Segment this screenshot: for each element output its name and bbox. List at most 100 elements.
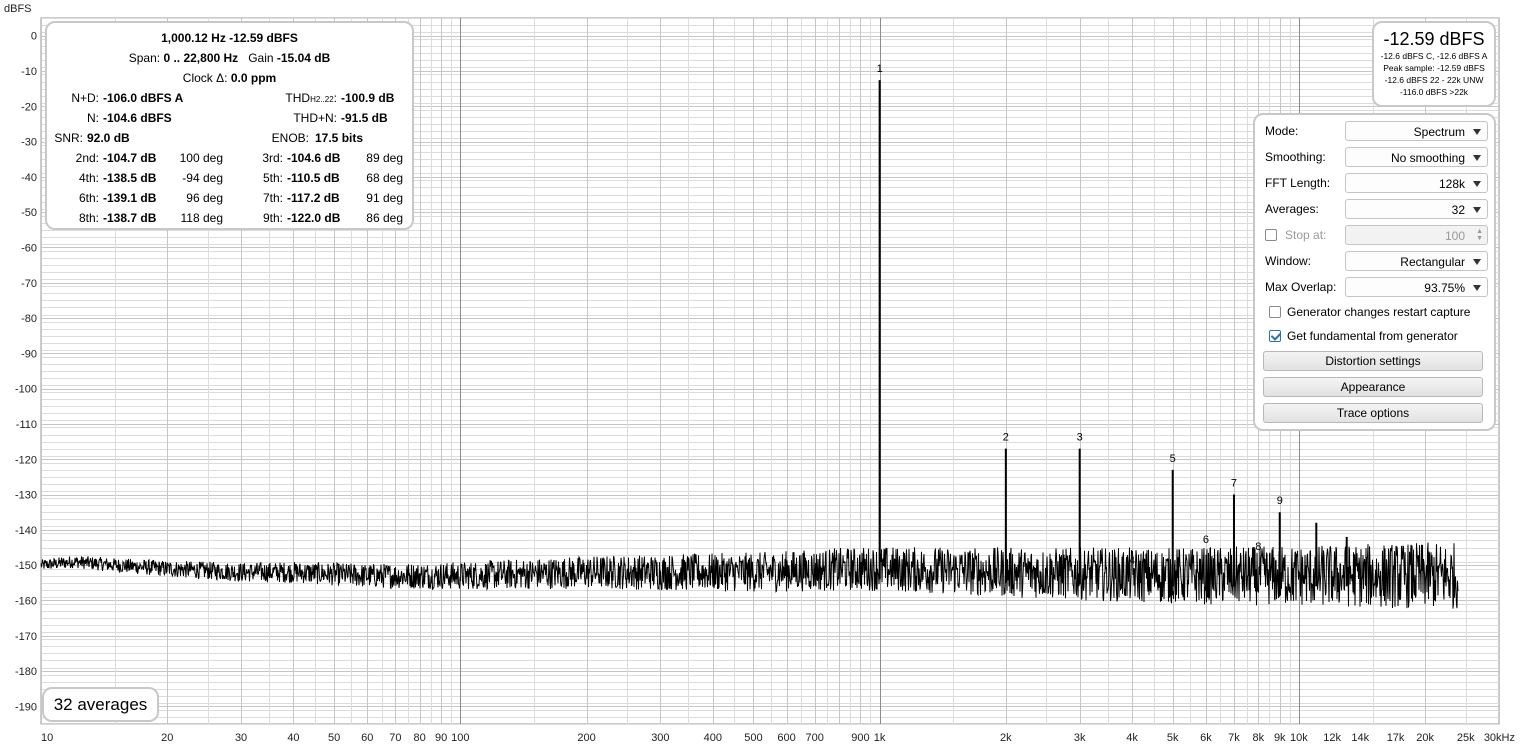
- generator-restart-checkbox[interactable]: [1269, 306, 1281, 318]
- controls-panel: Mode: Spectrum Smoothing: No smoothing F…: [1253, 113, 1496, 431]
- enob-label: ENOB:: [271, 131, 309, 145]
- spinner-arrows-icon: ▲ ▼: [1476, 228, 1483, 242]
- fft-length-label: FFT Length:: [1265, 176, 1331, 190]
- stop-at-label: Stop at:: [1285, 228, 1327, 242]
- fundamental-from-generator-checkbox[interactable]: [1269, 330, 1281, 342]
- y-tick-label: -40: [21, 172, 37, 184]
- y-tick-label: 0: [31, 31, 37, 43]
- nd-label: N+D:: [71, 91, 99, 105]
- averages-badge: 32 averages: [42, 687, 159, 722]
- nd-value: -106.0 dBFS A: [103, 91, 184, 105]
- harmonic-level: -122.0 dB: [287, 211, 341, 225]
- max-overlap-label: Max Overlap:: [1265, 280, 1337, 294]
- smoothing-value: No smoothing: [1390, 151, 1465, 165]
- harmonic-phase: 89 deg: [366, 151, 403, 165]
- fft-length-row: FFT Length: 128k: [1263, 173, 1488, 195]
- y-tick-label: -100: [15, 384, 37, 396]
- x-tick-label: 300: [651, 732, 669, 744]
- harmonic-phase: -94 deg: [182, 171, 223, 185]
- thdn-label: THD+N:: [293, 111, 337, 125]
- clock-readout: Clock Δ: 0.0 ppm: [182, 71, 277, 85]
- harmonic-level: -138.7 dB: [103, 211, 157, 225]
- results-panel[interactable]: 1,000.12 Hz -12.59 dBFS Span: 0 .. 22,80…: [45, 21, 414, 230]
- x-tick-label: 20k: [1416, 732, 1434, 744]
- level-unweighted: -12.6 dBFS 22 - 22k UNW: [1384, 75, 1484, 85]
- y-tick-label: -30: [21, 137, 37, 149]
- harmonic-row: 2nd: -104.7 dB 100 deg 3rd: -104.6 dB 89 deg: [47, 148, 412, 168]
- harmonic-level: -104.7 dB: [103, 151, 157, 165]
- max-overlap-row: Max Overlap: 93.75%: [1263, 277, 1488, 299]
- x-tick-label: 4k: [1126, 732, 1138, 744]
- x-tick-label: 10: [41, 732, 53, 744]
- x-tick-label: 7k: [1228, 732, 1240, 744]
- snr-value: 92.0 dB: [87, 131, 130, 145]
- harmonic-phase: 68 deg: [366, 171, 403, 185]
- y-tick-label: -170: [15, 631, 37, 643]
- x-tick-label: 700: [805, 732, 823, 744]
- harmonic-phase: 118 deg: [180, 211, 224, 225]
- harmonic-label: 3rd:: [262, 151, 283, 165]
- enob-value: 17.5 bits: [315, 131, 364, 145]
- harmonic-marker-label: 9: [1277, 495, 1283, 507]
- harmonic-label: 6th:: [78, 191, 99, 205]
- harmonic-marker-label: 2: [1003, 432, 1009, 444]
- harmonic-marker-label: 4: [1129, 555, 1135, 567]
- smoothing-label: Smoothing:: [1265, 150, 1326, 164]
- harmonic-level: -104.6 dB: [287, 151, 341, 165]
- level-above-22k: -116.0 dBFS >22k: [1399, 87, 1469, 97]
- x-tick-label: 25k: [1457, 732, 1475, 744]
- fundamental-from-generator-label: Get fundamental from generator: [1287, 329, 1458, 343]
- snr-label: SNR:: [54, 131, 83, 145]
- thdn-value: -91.5 dB: [341, 111, 388, 125]
- distortion-settings-button[interactable]: Distortion settings: [1263, 351, 1483, 371]
- thd-value: -100.9 dB: [341, 91, 395, 105]
- stop-at-spinner[interactable]: 100 ▲ ▼: [1345, 225, 1488, 245]
- chevron-down-icon: [1473, 285, 1481, 291]
- stop-at-row: Stop at: 100 ▲ ▼: [1263, 225, 1488, 247]
- x-tick-label: 1k: [874, 732, 886, 744]
- harmonic-row: 6th: -139.1 dB 96 deg 7th: -117.2 dB 91 deg: [47, 188, 412, 208]
- harmonic-label: 2nd:: [75, 151, 99, 165]
- fft-length-select[interactable]: 128k: [1345, 173, 1488, 193]
- trace-options-button[interactable]: Trace options: [1263, 403, 1483, 423]
- level-readout-panel[interactable]: -12.59 dBFS -12.6 dBFS C, -12.6 dBFS A P…: [1372, 21, 1496, 107]
- window-label: Window:: [1265, 254, 1312, 268]
- mode-select[interactable]: Spectrum: [1345, 121, 1488, 141]
- mode-label: Mode:: [1265, 124, 1299, 138]
- x-tick-label: 12k: [1323, 732, 1341, 744]
- x-tick-label: 600: [777, 732, 795, 744]
- smoothing-row: Smoothing: No smoothing: [1263, 147, 1488, 169]
- harmonic-row: 8th: -138.7 dB 118 deg 9th: -122.0 dB 86 deg: [47, 208, 412, 228]
- window-row: Window: Rectangular: [1263, 251, 1488, 273]
- x-tick-label: 30: [235, 732, 247, 744]
- harmonic-level: -139.1 dB: [103, 191, 157, 205]
- averages-select[interactable]: 32: [1345, 199, 1488, 219]
- stop-at-value: 100: [1444, 229, 1465, 243]
- harmonic-level: -110.5 dB: [287, 171, 340, 185]
- level-weighted: -12.6 dBFS C, -12.6 dBFS A: [1380, 51, 1488, 61]
- y-tick-label: -110: [16, 419, 37, 431]
- harmonic-label: 7th:: [262, 191, 283, 205]
- x-tick-label: 80: [414, 732, 426, 744]
- y-tick-label: -60: [21, 242, 37, 254]
- max-overlap-select[interactable]: 93.75%: [1345, 277, 1488, 297]
- window-select[interactable]: Rectangular: [1345, 251, 1488, 271]
- x-tick-label: 60: [361, 732, 373, 744]
- harmonic-marker-label: 7: [1231, 478, 1237, 490]
- mode-row: Mode: Spectrum: [1263, 121, 1488, 143]
- y-tick-label: -190: [15, 701, 37, 713]
- harmonic-row: 4th: -138.5 dB -94 deg 5th: -110.5 dB 68 deg: [47, 168, 412, 188]
- x-tick-label: 9k: [1274, 732, 1286, 744]
- x-tick-label: 10k: [1290, 732, 1308, 744]
- mode-value: Spectrum: [1413, 125, 1465, 139]
- chevron-down-icon: [1473, 259, 1481, 265]
- appearance-button[interactable]: Appearance: [1263, 377, 1483, 397]
- level-main: -12.59 dBFS: [1383, 29, 1485, 49]
- level-peak-sample: Peak sample: -12.59 dBFS: [1383, 63, 1485, 73]
- harmonic-label: 5th:: [262, 171, 283, 185]
- x-tick-label: 14k: [1351, 732, 1369, 744]
- smoothing-select[interactable]: No smoothing: [1345, 147, 1488, 167]
- averages-label: Averages:: [1265, 202, 1319, 216]
- fundamental-readout: 1,000.12 Hz -12.59 dBFS: [161, 31, 298, 45]
- stop-at-checkbox[interactable]: [1265, 229, 1277, 241]
